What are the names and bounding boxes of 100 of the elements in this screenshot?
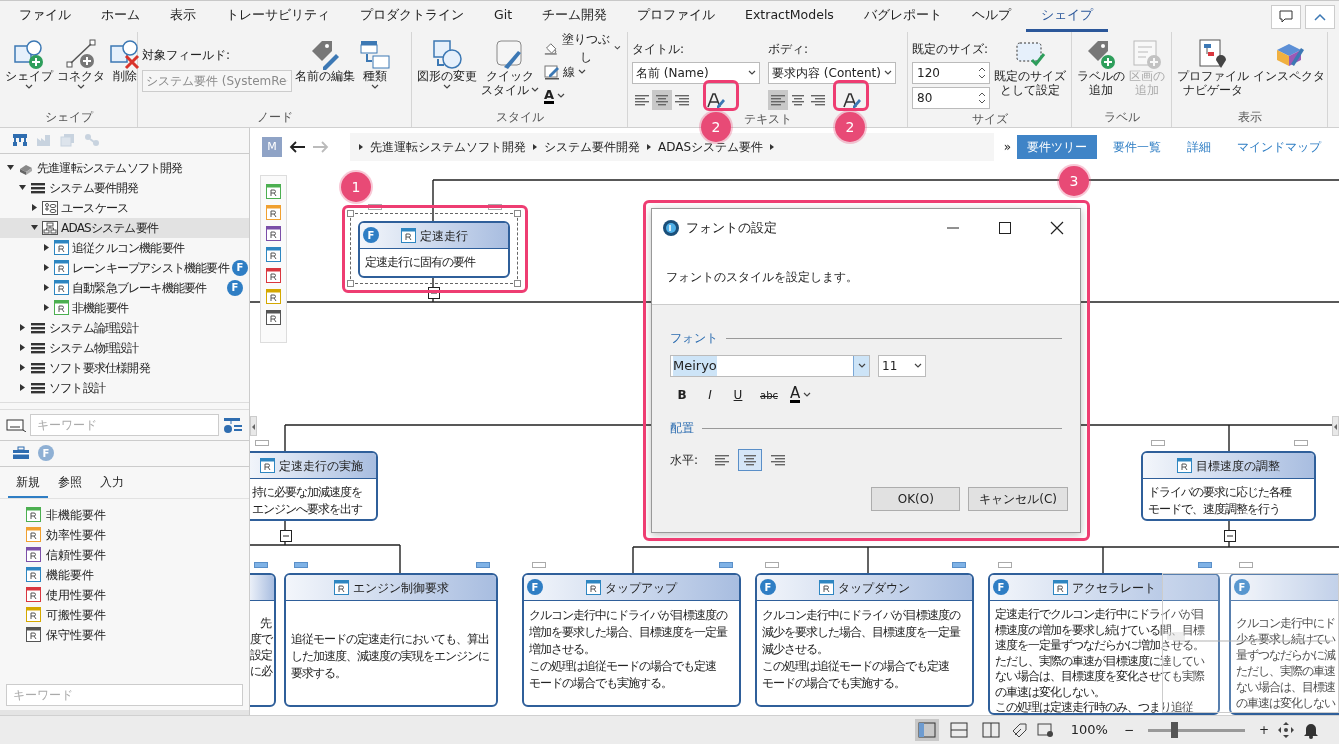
font-color-button[interactable]: A <box>788 383 814 407</box>
toolbox-tab[interactable]: 新規 <box>8 466 48 498</box>
ribbon-button[interactable]: クイック スタイル <box>480 36 540 100</box>
toolbox-tab[interactable]: 入力 <box>92 466 132 498</box>
ribbon-button[interactable]: 既定のサイズ として設定 <box>993 36 1067 100</box>
ribbon-button[interactable]: プロファイル ナビゲータ <box>1176 36 1250 100</box>
ribbon-button[interactable]: コネクタ <box>56 36 106 92</box>
ribbon-button[interactable]: 削除 <box>108 36 142 86</box>
toolbox-item[interactable]: 効率性要件 <box>0 524 249 545</box>
diagram-node[interactable]: F 定速走行 定速走行に固有の要件 <box>358 221 510 278</box>
list-icon <box>30 380 46 395</box>
collapse-icon[interactable] <box>428 287 440 299</box>
diagram-node[interactable]: F タップダウン クルコン走行中にドライバが目標速度の 減少を要求した場合、目標速度を一定量 減少させる。 この処理は追従モードの場合でも定速 モードの場合でも実施する。 <box>755 573 974 707</box>
toolbox-item[interactable]: 使用性要件 <box>0 584 249 605</box>
menu-tab[interactable]: ファイル <box>4 1 86 32</box>
diagram-node[interactable]: 目標速度の調整 ドライバの要求に応じた各種 モードで、速度調整を行う <box>1141 451 1316 521</box>
align-left-button[interactable] <box>768 90 788 110</box>
number-field[interactable]: 80 <box>912 87 990 109</box>
panel-collapse-handle[interactable] <box>250 416 257 436</box>
tree-item[interactable]: 先進運転システムソフト開発 <box>0 157 249 178</box>
menu-tab[interactable]: ヘルプ <box>956 1 1026 32</box>
toolbox-item[interactable]: 機能要件 <box>0 564 249 585</box>
tree-item[interactable]: 追従クルコン機能要件 <box>0 237 249 258</box>
view-tab[interactable]: 要件一覧 <box>1103 135 1171 159</box>
ribbon-button[interactable]: シェイプ <box>4 36 54 92</box>
tree-item[interactable]: ソフト要求仕様開発 <box>0 357 249 378</box>
toolbox-item[interactable]: 非機能要件 <box>0 504 249 525</box>
tree-item[interactable]: 自動緊急ブレーキ機能要件 F <box>0 277 249 298</box>
ribbon-button[interactable]: 図形の変更 <box>416 36 478 92</box>
menu-tab[interactable]: プロダクトライン <box>345 1 479 32</box>
ribbon-button[interactable]: インスペクタ <box>1252 36 1326 86</box>
underline-button[interactable]: U <box>726 384 750 406</box>
menu-tab[interactable]: 表示 <box>155 1 211 32</box>
font-color-button[interactable]: A <box>542 84 568 108</box>
tree-item[interactable]: ADASシステム要件 <box>0 217 249 238</box>
toolbox-item[interactable]: 保守性要件 <box>0 624 249 645</box>
collapse-icon[interactable] <box>1224 530 1236 542</box>
ok-button[interactable]: OK(O) <box>871 487 961 511</box>
font-name-field[interactable]: Meiryo <box>670 355 870 377</box>
tree-item[interactable]: システム要件開発 <box>0 177 249 198</box>
zoom-in-button[interactable]: + <box>1258 721 1269 739</box>
align-center-button[interactable] <box>652 90 672 110</box>
tree-item[interactable]: レーンキープアシスト機能要件 F <box>0 257 249 278</box>
field-dropdown[interactable]: 名前 (Name) <box>632 62 760 84</box>
requirement-icon[interactable] <box>266 310 281 325</box>
align-center-button[interactable] <box>738 449 763 471</box>
requirement-icon[interactable] <box>266 205 281 220</box>
panel-collapse-handle[interactable] <box>1332 416 1339 436</box>
cancel-button[interactable]: キャンセル(C) <box>968 487 1068 511</box>
toolbox-item[interactable]: 可搬性要件 <box>0 604 249 625</box>
menu-tab[interactable]: チーム開発 <box>527 1 623 32</box>
resize-handle[interactable] <box>347 210 354 217</box>
menu-tab[interactable]: プロファイル <box>622 1 731 32</box>
menu-tab[interactable]: トレーサビリティ <box>211 1 345 32</box>
menu-tab[interactable]: ExtractModels <box>730 1 849 32</box>
diagram-node[interactable]: エンジン制御要求 追従モードの定速走行においても、算出 した加速度、減速度の実現をエンジンに 要求する。 <box>284 573 498 707</box>
view-tab[interactable]: 要件ツリー <box>1017 135 1097 159</box>
view-tab[interactable]: マインドマップ <box>1227 135 1331 159</box>
ribbon-button[interactable]: 種類 <box>358 36 392 92</box>
toolbox-item[interactable]: 信頼性要件 <box>0 544 249 565</box>
tree-item[interactable]: システム物理設計 <box>0 337 249 358</box>
field-dropdown[interactable]: 要求内容 (Content) <box>768 62 896 84</box>
menu-tab[interactable]: ホーム <box>86 1 155 32</box>
requirement-icon[interactable] <box>266 184 281 199</box>
overflow-button[interactable]: » <box>1003 138 1011 156</box>
search-field[interactable]: キーワード <box>30 413 219 436</box>
strikethrough-button[interactable]: abc <box>754 384 784 406</box>
search-field[interactable]: キーワード <box>6 684 243 707</box>
number-field[interactable]: 120 <box>912 62 990 84</box>
chevron-right-icon <box>358 143 364 151</box>
requirement-icon[interactable] <box>266 289 281 304</box>
requirement-icon[interactable] <box>266 268 281 283</box>
font-size-field[interactable]: 11 <box>878 355 926 377</box>
toolbox-tab[interactable]: 参照 <box>50 466 90 498</box>
tree-item[interactable]: システム論理設計 <box>0 317 249 338</box>
breadcrumb-link[interactable]: 先進運転システムソフト開発 <box>370 138 526 156</box>
resize-handle[interactable] <box>347 280 354 287</box>
diagram-node[interactable]: 先 度で 設定 に必 <box>250 573 276 707</box>
ribbon-button[interactable]: ラベルの 追加 <box>1076 36 1126 100</box>
bold-button[interactable]: B <box>670 384 694 406</box>
resize-handle[interactable] <box>514 280 521 287</box>
diagram-node[interactable]: 定速走行の実施 持に必要な加減速度を エンジンへ要求を出す <box>250 451 378 521</box>
menu-tab[interactable]: Git <box>479 1 528 32</box>
requirement-icon[interactable] <box>266 247 281 262</box>
menu-tab[interactable]: バグレポート <box>848 1 957 32</box>
breadcrumb-link[interactable]: システム要件開発 <box>544 138 640 156</box>
resize-handle[interactable] <box>514 210 521 217</box>
view-tab[interactable]: 詳細 <box>1177 135 1221 159</box>
layout-button[interactable] <box>914 719 939 741</box>
collapse-icon[interactable] <box>280 530 292 542</box>
diagram-node[interactable]: F タップアップ クルコン走行中にドライバが目標速度の 増加を要求した場合、目標速度を一定量 増加させる。 この処理は追従モードの場合でも定速 モードの場合でも実施する。 <box>522 573 741 707</box>
italic-button[interactable]: I <box>698 384 722 406</box>
zoom-out-button[interactable]: − <box>1123 721 1134 739</box>
tree-item[interactable]: ユースケース <box>0 197 249 218</box>
feedback-button[interactable] <box>1271 5 1301 29</box>
ribbon-button[interactable]: 名前の編集 <box>294 36 356 86</box>
node-title: エンジン制御要求 <box>352 579 449 597</box>
tree-item[interactable]: 非機能要件 <box>0 297 249 318</box>
requirement-icon[interactable] <box>266 226 281 241</box>
tree-item[interactable]: ソフト設計 <box>0 377 249 398</box>
